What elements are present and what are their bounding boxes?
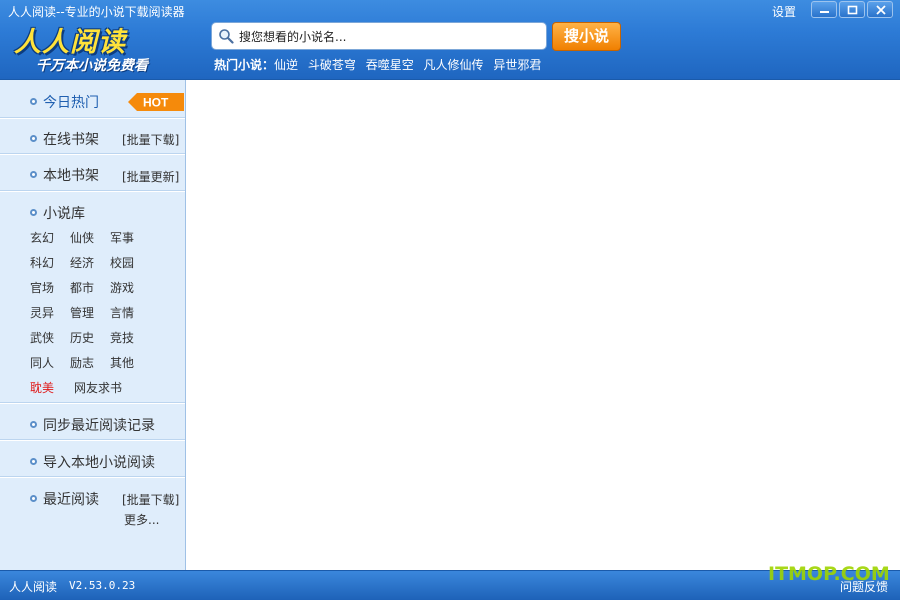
search-icon xyxy=(219,29,234,44)
divider xyxy=(0,476,185,478)
sidebar-item-recent-reading[interactable]: 最近阅读 xyxy=(43,489,99,509)
category-link[interactable]: 历史 xyxy=(70,329,94,346)
category-link[interactable]: 游戏 xyxy=(110,279,134,296)
local-shelf-batch-update[interactable]: [批量更新] xyxy=(122,168,179,185)
category-link[interactable]: 校园 xyxy=(110,254,134,271)
category-link[interactable]: 都市 xyxy=(70,279,94,296)
close-button[interactable] xyxy=(867,1,893,18)
status-bar: 人人阅读 V2.53.0.23 问题反馈 xyxy=(0,570,900,600)
sidebar-item-sync-history[interactable]: 同步最近阅读记录 xyxy=(43,415,155,435)
category-link[interactable]: 官场 xyxy=(30,279,54,296)
recent-batch-download[interactable]: [批量下载] xyxy=(122,491,179,508)
sidebar-item-library[interactable]: 小说库 xyxy=(43,203,85,223)
minimize-icon xyxy=(820,11,829,13)
main-content xyxy=(186,80,900,570)
sidebar-item-local-shelf[interactable]: 本地书架 xyxy=(43,165,99,185)
hot-badge-label: HOT xyxy=(143,96,169,110)
minimize-button[interactable] xyxy=(811,1,837,18)
hot-novel-link[interactable]: 异世邪君 xyxy=(493,58,541,72)
hot-novel-link[interactable]: 仙逆 xyxy=(274,58,298,72)
category-link[interactable]: 玄幻 xyxy=(30,229,54,246)
hot-badge-icon: HOT xyxy=(128,93,184,111)
divider xyxy=(0,190,185,192)
category-link[interactable]: 励志 xyxy=(70,354,94,371)
category-link[interactable]: 经济 xyxy=(70,254,94,271)
settings-link[interactable]: 设置 xyxy=(772,3,796,20)
bullet-icon xyxy=(30,98,37,105)
hot-novels-label: 热门小说： xyxy=(214,58,275,72)
divider xyxy=(0,153,185,155)
search-box[interactable] xyxy=(211,22,547,50)
category-link[interactable]: 军事 xyxy=(110,229,134,246)
bullet-icon xyxy=(30,135,37,142)
category-link-highlight[interactable]: 耽美 xyxy=(30,379,54,396)
maximize-button[interactable] xyxy=(839,1,865,18)
more-link[interactable]: 更多... xyxy=(124,511,159,528)
divider xyxy=(0,402,185,404)
bullet-icon xyxy=(30,171,37,178)
hot-novels-bar: 热门小说：仙逆 斗破苍穹 吞噬星空 凡人修仙传 异世邪君 xyxy=(214,56,547,73)
status-app-name: 人人阅读 xyxy=(9,580,58,594)
status-version: V2.53.0.23 xyxy=(69,579,136,592)
search-button[interactable]: 搜小说 xyxy=(552,22,621,51)
hot-novel-link[interactable]: 吞噬星空 xyxy=(366,58,414,72)
category-link[interactable]: 仙侠 xyxy=(70,229,94,246)
window-title: 人人阅读--专业的小说下载阅读器 xyxy=(8,5,185,19)
category-link[interactable]: 武侠 xyxy=(30,329,54,346)
category-link-request[interactable]: 网友求书 xyxy=(74,379,122,396)
app-slogan: 千万本小说免费看 xyxy=(36,58,148,74)
watermark: ITMOP.COM xyxy=(768,563,890,585)
category-link[interactable]: 言情 xyxy=(110,304,134,321)
hot-novel-link[interactable]: 斗破苍穹 xyxy=(308,58,356,72)
category-link[interactable]: 管理 xyxy=(70,304,94,321)
divider xyxy=(0,117,185,119)
bullet-icon xyxy=(30,209,37,216)
sidebar-item-today-hot[interactable]: 今日热门 xyxy=(43,92,99,112)
category-link[interactable]: 灵异 xyxy=(30,304,54,321)
online-shelf-batch-download[interactable]: [批量下载] xyxy=(122,131,179,148)
search-input[interactable] xyxy=(239,27,539,45)
close-icon xyxy=(876,5,886,15)
sidebar-item-import-local[interactable]: 导入本地小说阅读 xyxy=(43,452,155,472)
bullet-icon xyxy=(30,458,37,465)
category-link[interactable]: 其他 xyxy=(110,354,134,371)
app-logo: 人人阅读 xyxy=(14,27,126,58)
category-link[interactable]: 同人 xyxy=(30,354,54,371)
bullet-icon xyxy=(30,421,37,428)
hot-novel-link[interactable]: 凡人修仙传 xyxy=(424,58,484,72)
bullet-icon xyxy=(30,495,37,502)
maximize-icon xyxy=(847,5,858,15)
divider xyxy=(0,439,185,441)
sidebar-item-online-shelf[interactable]: 在线书架 xyxy=(43,129,99,149)
category-link[interactable]: 科幻 xyxy=(30,254,54,271)
title-bar: 人人阅读--专业的小说下载阅读器 人人阅读 千万本小说免费看 搜小说 热门小说：… xyxy=(0,0,900,80)
category-link[interactable]: 竞技 xyxy=(110,329,134,346)
